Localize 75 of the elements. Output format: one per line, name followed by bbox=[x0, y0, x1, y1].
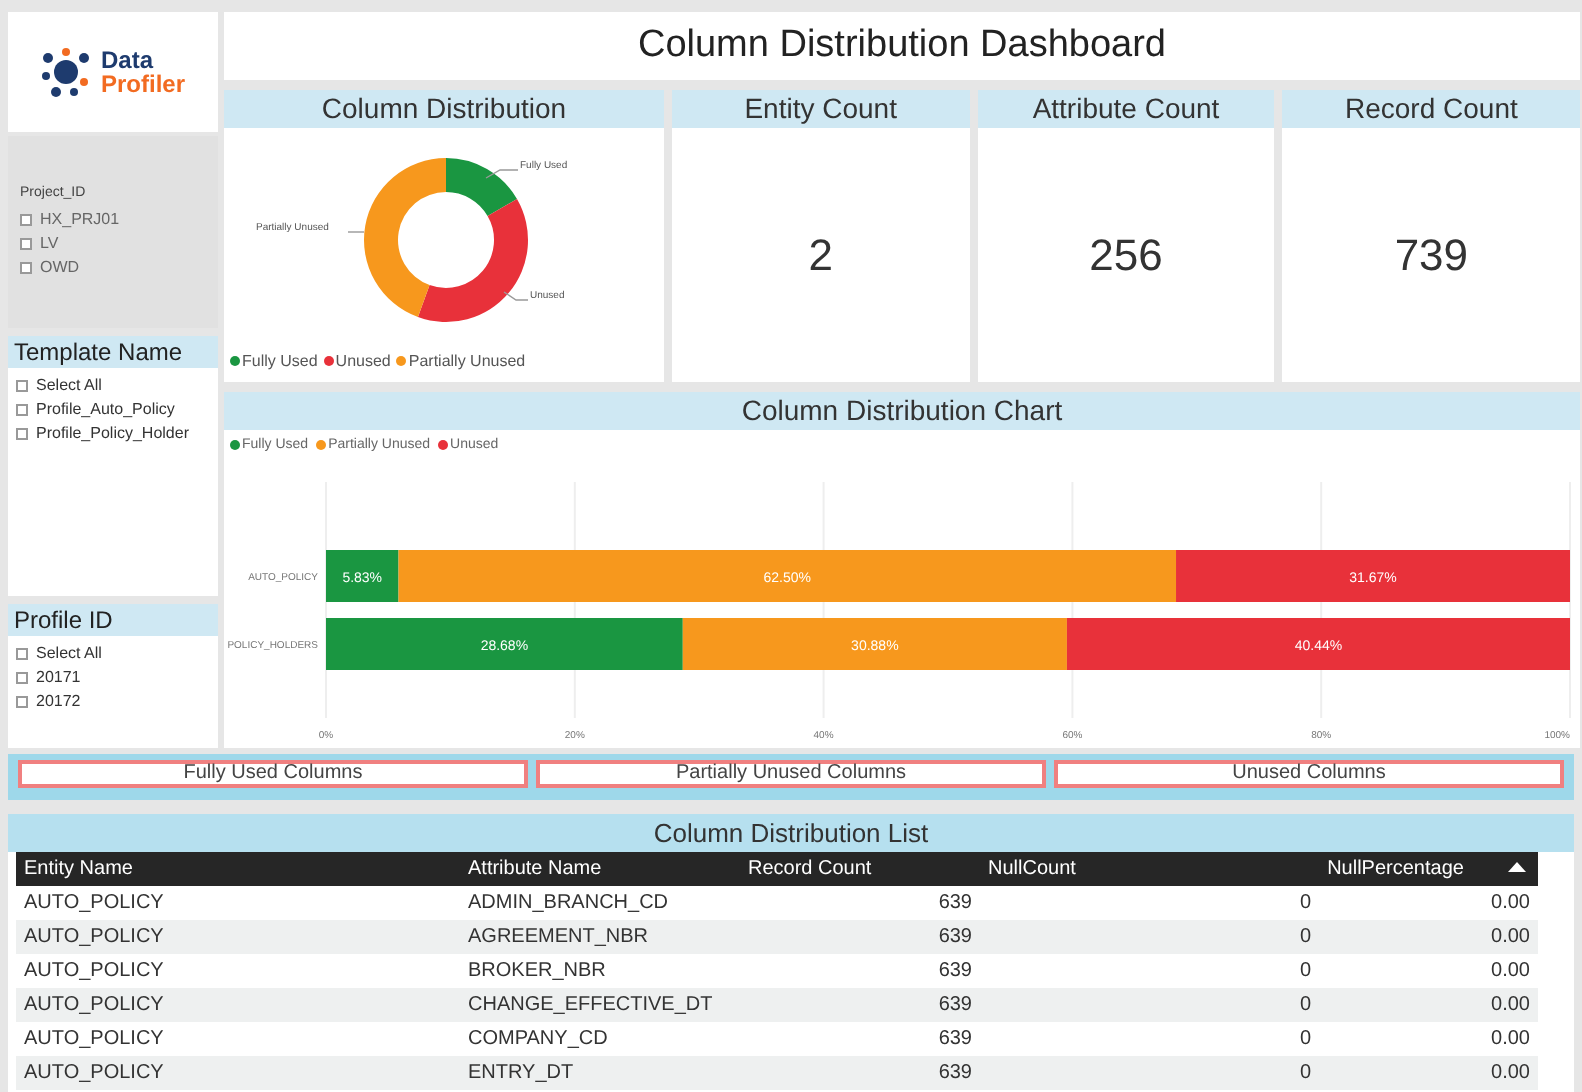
checkbox[interactable] bbox=[20, 237, 32, 250]
logo-text: Profiler bbox=[100, 72, 185, 96]
molecule-logo-icon bbox=[40, 46, 93, 98]
card-title: Column Distribution bbox=[224, 89, 664, 128]
column-header[interactable]: NullPercentage bbox=[1319, 852, 1538, 886]
table-cell: 639 bbox=[740, 886, 980, 920]
filter-option: Profile_Auto_Policy bbox=[36, 398, 175, 422]
filter-option: OWD bbox=[40, 255, 80, 280]
legend-label: Fully Used bbox=[242, 349, 318, 373]
table-cell: 0 bbox=[980, 1056, 1320, 1090]
filter-title: Profile ID bbox=[8, 604, 218, 636]
table-cell: 639 bbox=[740, 954, 980, 988]
checkbox[interactable] bbox=[16, 672, 28, 684]
table-cell: AGREEMENT_NBR bbox=[460, 920, 740, 954]
table-cell: AUTO_POLICY bbox=[16, 886, 460, 920]
checkbox[interactable] bbox=[16, 404, 28, 416]
table-cell: 639 bbox=[740, 1022, 980, 1056]
table-cell: AUTO_POLICY bbox=[16, 1056, 460, 1090]
filter-option: 20171 bbox=[36, 666, 81, 690]
filter-button[interactable]: Fully Used Columns bbox=[18, 760, 528, 788]
kpi-value: 256 bbox=[1089, 227, 1163, 284]
card-title: Attribute Count bbox=[977, 89, 1275, 128]
table-cell: 0.00 bbox=[1319, 988, 1538, 1022]
table-cell: ENTRY_DT bbox=[460, 1056, 740, 1090]
kpi-value: 739 bbox=[1394, 227, 1469, 284]
table-cell: 0.00 bbox=[1319, 920, 1538, 954]
table-cell: CHANGE_EFFECTIVE_DT bbox=[460, 988, 740, 1022]
kpi-value: 2 bbox=[808, 227, 833, 284]
table-cell: 0 bbox=[980, 886, 1320, 920]
column-header[interactable]: Entity Name bbox=[16, 852, 460, 886]
column-header[interactable]: Record Count bbox=[740, 852, 980, 886]
filter-option: LV bbox=[40, 231, 59, 256]
filter-button[interactable]: Unused Columns bbox=[1054, 760, 1564, 788]
card-title: Entity Count bbox=[672, 89, 970, 128]
table-cell: 0 bbox=[980, 954, 1320, 988]
legend-label: Unused bbox=[335, 349, 391, 373]
filter-option: Profile_Policy_Holder bbox=[36, 422, 189, 446]
column-header[interactable]: Attribute Name bbox=[460, 852, 740, 886]
filter-button[interactable]: Partially Unused Columns bbox=[536, 760, 1046, 788]
table-cell: 0 bbox=[980, 920, 1320, 954]
dashboard-title: Column Distribution Dashboard bbox=[224, 12, 1580, 80]
filter-title: Template Name bbox=[8, 336, 218, 368]
checkbox[interactable] bbox=[20, 261, 32, 274]
table-cell: 639 bbox=[740, 988, 980, 1022]
table-cell: 0.00 bbox=[1319, 886, 1538, 920]
list-title: Column Distribution List bbox=[8, 814, 1574, 852]
filter-option: Select All bbox=[36, 642, 102, 666]
checkbox[interactable] bbox=[16, 380, 28, 392]
sort-icon[interactable] bbox=[1508, 862, 1526, 872]
table-cell: AUTO_POLICY bbox=[16, 920, 460, 954]
table-cell: 0 bbox=[980, 1022, 1320, 1056]
legend-label: Partially Unused bbox=[408, 349, 526, 373]
checkbox[interactable] bbox=[16, 428, 28, 440]
logo-text: Data bbox=[100, 48, 156, 72]
checkbox[interactable] bbox=[16, 648, 28, 660]
card-title: Column Distribution Chart bbox=[224, 391, 1580, 429]
filter-option: Select All bbox=[36, 374, 102, 398]
table-cell: ADMIN_BRANCH_CD bbox=[460, 886, 740, 920]
table-cell: AUTO_POLICY bbox=[16, 988, 460, 1022]
table-cell: 0.00 bbox=[1319, 1056, 1538, 1090]
filter-option: 20172 bbox=[36, 690, 81, 714]
table-cell: BROKER_NBR bbox=[460, 954, 740, 988]
table-cell: AUTO_POLICY bbox=[16, 954, 460, 988]
table-cell: 639 bbox=[740, 920, 980, 954]
table-cell: 0.00 bbox=[1319, 1022, 1538, 1056]
checkbox[interactable] bbox=[20, 213, 32, 226]
table-cell: 0.00 bbox=[1319, 954, 1538, 988]
table-cell: 639 bbox=[740, 1056, 980, 1090]
table-cell: AUTO_POLICY bbox=[16, 1022, 460, 1056]
column-header[interactable]: NullCount bbox=[980, 852, 1320, 886]
table-cell: COMPANY_CD bbox=[460, 1022, 740, 1056]
checkbox[interactable] bbox=[16, 696, 28, 708]
card-title: Record Count bbox=[1282, 89, 1581, 128]
table-cell: 0 bbox=[980, 988, 1320, 1022]
filter-option: HX_PRJ01 bbox=[40, 207, 120, 232]
